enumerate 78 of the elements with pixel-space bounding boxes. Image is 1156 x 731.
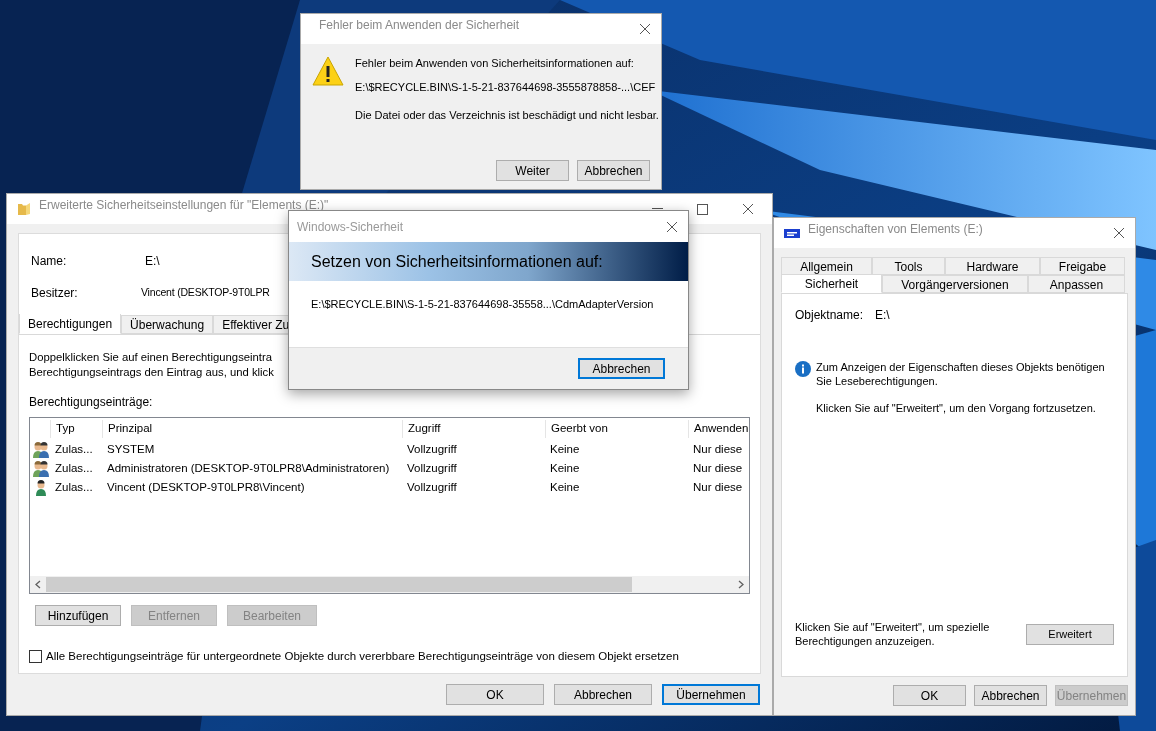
table-cell-text: Vollzugriff: [406, 441, 458, 457]
scroll-right-icon[interactable]: [738, 580, 744, 589]
file-path: E:\$RECYCLE.BIN\S-1-5-21-837644698-3555878858-...\CEF: [355, 80, 657, 94]
table-cell-text: Vincent (DESKTOP-9T0LPR8\Vincent): [106, 479, 306, 495]
name-value: E:\: [145, 253, 160, 270]
dialog-button[interactable]: Abbrechen: [974, 685, 1047, 706]
tab[interactable]: Vorgängerversionen: [882, 275, 1028, 293]
error-detail: Die Datei oder das Verzeichnis ist beschädigt und nicht lesbar.: [355, 108, 659, 122]
continue-hint: Klicken Sie auf "Erweitert", um den Vorgang fortzusetzen.: [816, 401, 1097, 416]
entries-label: Berechtigungseinträge:: [29, 394, 154, 411]
table-cell-text: Nur diese: [692, 479, 744, 495]
table-cell-text: Keine: [549, 479, 581, 495]
object-value: E:\: [875, 307, 890, 324]
dialog-button[interactable]: OK: [446, 684, 544, 705]
info-text: Zum Anzeigen der Eigenschaften dieses Objekts benötigen Sie Leseberechtigungen.: [816, 360, 1106, 388]
column-header[interactable]: Zugriff: [402, 420, 545, 438]
table-cell-text: Zulas...: [54, 441, 94, 457]
instruction-text: Berechtigungseintrags den Eintrag aus, und klick: [29, 365, 274, 380]
owner-label: Besitzer:: [31, 285, 79, 302]
scroll-left-icon[interactable]: [35, 580, 41, 589]
info-icon: [795, 361, 811, 377]
file-path: E:\$RECYCLE.BIN\S-1-5-21-837644698-35558...\CdmAdapterVersion: [311, 298, 654, 310]
table-cell-text: Nur diese: [692, 441, 744, 457]
tab[interactable]: Berechtigungen: [19, 314, 122, 334]
table-cell-text: Zulas...: [54, 460, 94, 476]
dialog-button[interactable]: Weiter: [496, 160, 569, 181]
close-icon[interactable]: [1113, 227, 1125, 239]
owner-value: Vincent (DESKTOP-9T0LPR: [141, 285, 270, 301]
window-title: Windows-Sicherheit: [297, 218, 404, 236]
advanced-hint: Klicken Sie auf "Erweitert", um spezielle Berechtigungen anzuzeigen.: [795, 620, 991, 648]
tab[interactable]: Überwachung: [121, 315, 214, 334]
checkbox-label[interactable]: Alle Berechtigungseinträge für untergeordnete Objekte durch vererbbare Berechtigungseinträge von diesem Objekt ersetzen: [46, 648, 679, 666]
tab[interactable]: Anpassen: [1028, 275, 1125, 293]
close-icon[interactable]: [639, 23, 651, 35]
tab[interactable]: Tools: [872, 257, 945, 275]
dialog-button[interactable]: Abbrechen: [577, 160, 650, 181]
dialog-button[interactable]: Hinzufügen: [35, 605, 121, 626]
minimize-icon[interactable]: [652, 208, 663, 210]
table-cell-text: Nur diese: [692, 460, 744, 476]
window-title: Fehler beim Anwenden der Sicherheit: [319, 19, 520, 31]
folder-icon: [17, 202, 31, 216]
table-cell-text: Zulas...: [54, 479, 94, 495]
maximize-icon[interactable]: [697, 203, 708, 215]
table-cell-text: SYSTEM: [106, 441, 156, 457]
name-label: Name:: [31, 253, 68, 270]
tab[interactable]: Allgemein: [781, 257, 872, 275]
column-header[interactable]: Prinzipal: [102, 420, 402, 438]
tab[interactable]: Hardware: [945, 257, 1040, 275]
window-title: Eigenschaften von Elements (E:): [808, 223, 983, 235]
table-cell-text: Keine: [549, 441, 581, 457]
dialog-button[interactable]: Abbrechen: [554, 684, 652, 705]
close-icon[interactable]: [666, 220, 678, 233]
column-header[interactable]: Typ: [50, 420, 102, 438]
instruction-text: Doppelklicken Sie auf einen Berechtigungseintra: [29, 350, 273, 365]
warning-icon: [312, 56, 344, 86]
advanced-button[interactable]: Erweitert: [1026, 623, 1114, 645]
checkbox[interactable]: [29, 650, 42, 664]
column-header[interactable]: Anwenden: [688, 420, 749, 438]
user-icon: [33, 479, 49, 496]
table-cell-text: Keine: [549, 460, 581, 476]
heading-banner: Setzen von Sicherheitsinformationen auf:: [289, 242, 688, 281]
error-message: Fehler beim Anwenden von Sicherheitsinformationen auf:: [355, 56, 635, 70]
close-icon[interactable]: [742, 203, 754, 215]
dialog-button[interactable]: Abbrechen: [578, 358, 665, 379]
tab[interactable]: Sicherheit: [781, 274, 882, 293]
horizontal-scrollbar[interactable]: [30, 576, 749, 593]
object-label: Objektname:: [795, 307, 865, 324]
tab[interactable]: Freigabe: [1040, 257, 1125, 275]
dialog-button[interactable]: Übernehmen: [662, 684, 760, 705]
table-cell-text: Vollzugriff: [406, 479, 458, 495]
scrollbar-thumb[interactable]: [46, 577, 632, 592]
table-cell-text: Administratoren (DESKTOP-9T0LPR8\Administratoren): [106, 460, 391, 476]
drive-logo-icon: [784, 228, 800, 238]
dialog-button[interactable]: OK: [893, 685, 966, 706]
table-cell-text: Vollzugriff: [406, 460, 458, 476]
user-group-icon: [33, 441, 49, 458]
column-header[interactable]: Geerbt von: [545, 420, 688, 438]
user-group-icon: [33, 460, 49, 477]
